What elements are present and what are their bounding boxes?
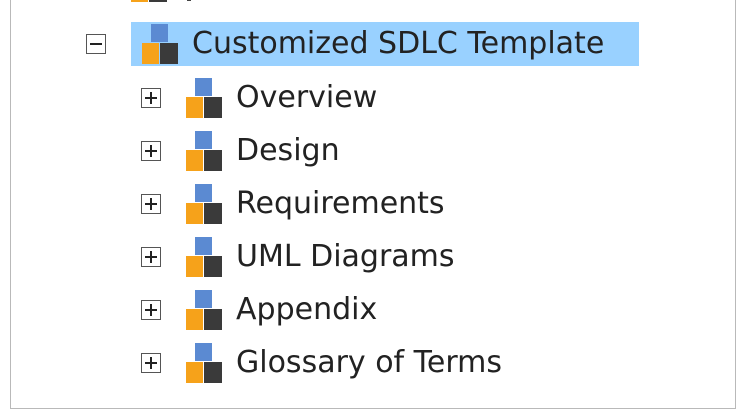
expand-toggle-icon[interactable] xyxy=(141,88,161,108)
tree-node-label: Design xyxy=(236,133,340,168)
expand-toggle-icon[interactable] xyxy=(141,194,161,214)
tree-node-uml-diagrams[interactable]: UML Diagrams xyxy=(141,235,455,279)
expand-toggle-icon[interactable] xyxy=(141,300,161,320)
tree-node-requirements[interactable]: Requirements xyxy=(141,182,445,226)
tree-node-root[interactable]: Customized SDLC Template xyxy=(86,22,604,66)
tree-node-glossary[interactable]: Glossary of Terms xyxy=(141,341,502,385)
tree-node-label: Customized SDLC Template xyxy=(192,26,605,61)
tree-node-label: Requirements xyxy=(236,186,445,221)
folder-blocks-icon xyxy=(186,78,222,118)
tree-node-label: Appendix xyxy=(236,292,378,327)
folder-blocks-icon xyxy=(186,131,222,171)
tree-node-label: UML Diagrams xyxy=(236,239,455,274)
folder-blocks-icon xyxy=(186,290,222,330)
tree-node-overview[interactable]: Overview xyxy=(141,76,377,120)
collapse-toggle-icon[interactable] xyxy=(86,34,106,54)
folder-blocks-icon xyxy=(186,237,222,277)
tree-node-label: Overview xyxy=(236,80,378,115)
expand-toggle-icon[interactable] xyxy=(141,247,161,267)
tree-node-appendix[interactable]: Appendix xyxy=(141,288,377,332)
folder-blocks-icon xyxy=(142,24,178,64)
folder-blocks-icon xyxy=(186,343,222,383)
expand-toggle-icon[interactable] xyxy=(141,353,161,373)
folder-blocks-icon xyxy=(186,184,222,224)
tree-node-label: Glossary of Terms xyxy=(236,345,503,380)
previous-node-cut-off xyxy=(131,0,191,6)
expand-toggle-icon[interactable] xyxy=(141,141,161,161)
tree-node-design[interactable]: Design xyxy=(141,129,340,173)
tree-panel: Customized SDLC Template Overview Design… xyxy=(10,0,736,409)
